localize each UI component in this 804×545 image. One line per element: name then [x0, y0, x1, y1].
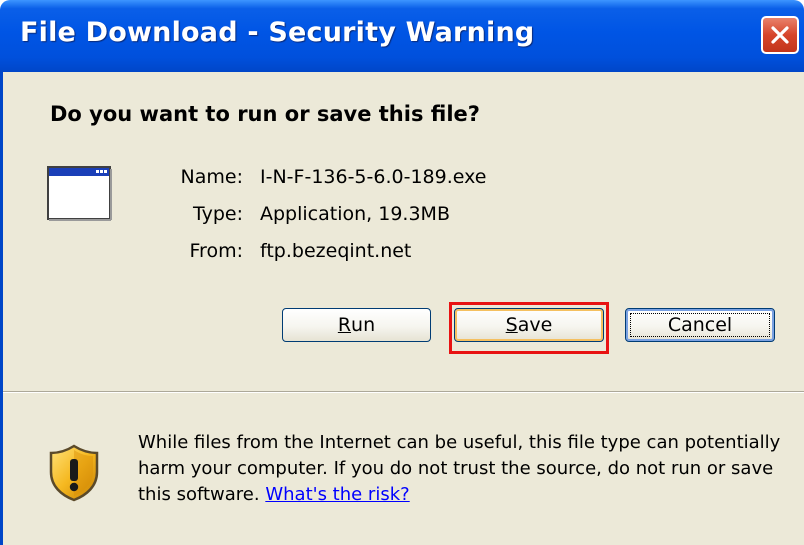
file-name-row: Name: I-N-F-136-5-6.0-189.exe — [3, 166, 804, 192]
close-icon — [771, 26, 789, 44]
dialog-body: Do you want to run or save this file? Na… — [0, 72, 804, 545]
cancel-button-label: Cancel — [667, 314, 733, 336]
file-type-row: Type: Application, 19.3MB — [3, 203, 804, 229]
run-button[interactable]: Run — [282, 308, 431, 342]
save-button[interactable]: Save — [454, 308, 604, 342]
security-shield-icon — [49, 444, 99, 502]
file-from-label: From: — [189, 240, 243, 262]
file-from-row: From: ftp.bezeqint.net — [3, 240, 804, 266]
file-type-value: Application, 19.3MB — [260, 203, 450, 225]
file-name-label: Name: — [180, 166, 243, 188]
run-button-mnemonic: R — [337, 314, 352, 336]
title-bar: File Download - Security Warning — [0, 0, 804, 72]
dialog-question: Do you want to run or save this file? — [50, 102, 480, 126]
file-type-label: Type: — [192, 203, 243, 225]
cancel-button[interactable]: Cancel — [625, 308, 775, 342]
warning-text: While files from the Internet can be use… — [138, 432, 781, 505]
run-button-label: un — [351, 314, 376, 336]
save-button-mnemonic: S — [505, 314, 518, 336]
window-title: File Download - Security Warning — [20, 17, 535, 48]
separator-line — [3, 391, 804, 393]
whats-the-risk-link[interactable]: What's the risk? — [265, 484, 409, 505]
file-name-value: I-N-F-136-5-6.0-189.exe — [260, 166, 487, 188]
close-button[interactable] — [761, 16, 799, 54]
file-from-value: ftp.bezeqint.net — [260, 240, 412, 262]
warning-message: While files from the Internet can be use… — [138, 430, 798, 508]
save-button-label: ave — [517, 314, 553, 336]
